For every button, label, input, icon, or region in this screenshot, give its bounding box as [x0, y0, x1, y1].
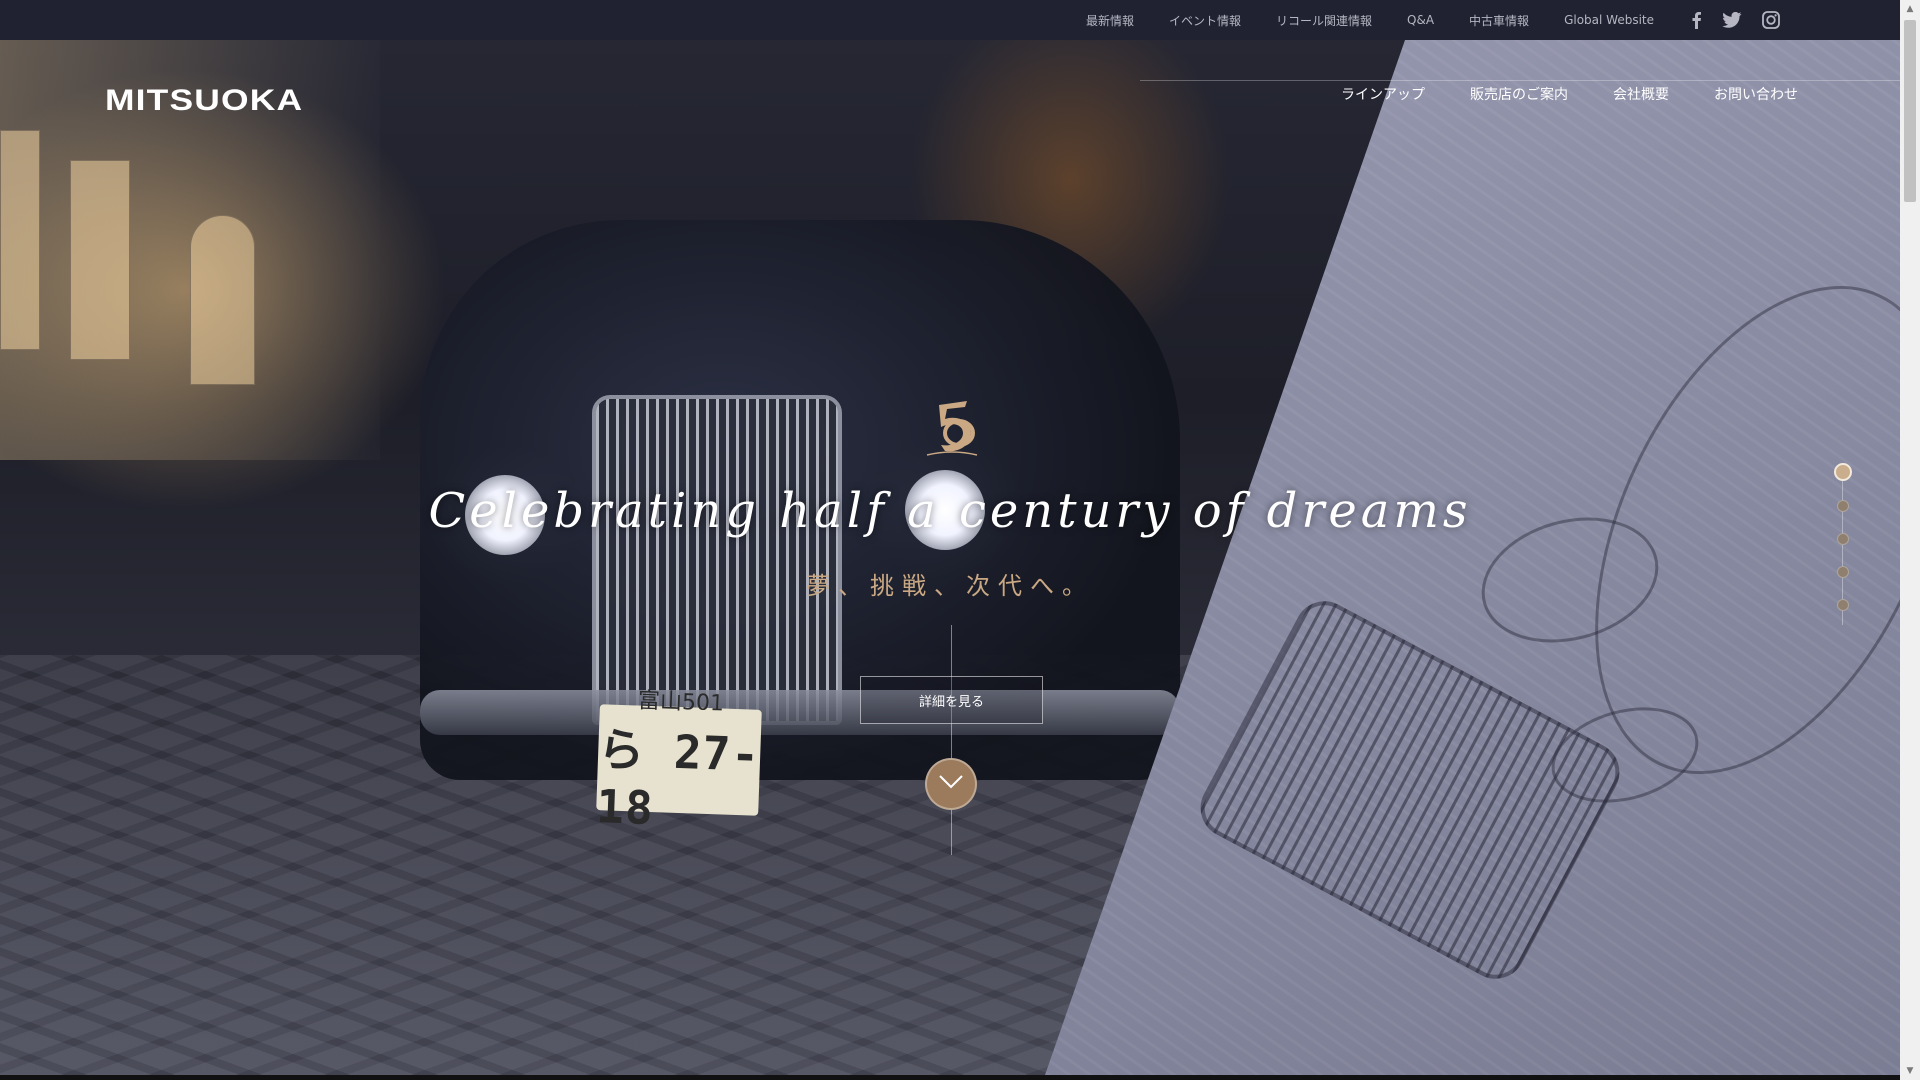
- vertical-scrollbar[interactable]: ▲ ▼: [1900, 0, 1920, 1080]
- slide-indicator: [1833, 463, 1853, 633]
- car-grille: [592, 395, 842, 725]
- scroll-down-button[interactable]: [925, 758, 977, 810]
- slide-dot-1[interactable]: [1834, 463, 1852, 481]
- twitter-icon[interactable]: [1722, 12, 1742, 28]
- car-bumper: [420, 690, 1180, 735]
- util-link-news[interactable]: 最新情報: [1086, 12, 1134, 29]
- social-links: [1690, 11, 1780, 29]
- instagram-icon[interactable]: [1762, 11, 1780, 29]
- bottom-edge: [0, 1075, 1900, 1080]
- storefront-window: [0, 130, 40, 350]
- util-link-recall[interactable]: リコール関連情報: [1276, 12, 1372, 29]
- slide-dot-2[interactable]: [1837, 500, 1849, 512]
- mitsuoka-logo[interactable]: MITSUOKA: [105, 84, 303, 118]
- util-link-used-cars[interactable]: 中古車情報: [1469, 12, 1529, 29]
- storefront-window: [190, 215, 255, 385]
- nav-dealers[interactable]: 販売店のご案内: [1470, 84, 1568, 104]
- license-plate-region: 富山501: [637, 688, 725, 717]
- page: 最新情報 イベント情報 リコール関連情報 Q&A 中古車情報 Global We…: [0, 0, 1920, 1080]
- util-link-events[interactable]: イベント情報: [1169, 12, 1241, 29]
- scroll-up-arrow-icon[interactable]: ▲: [1900, 0, 1920, 18]
- hero-center-line: [951, 625, 952, 855]
- scrollbar-thumb[interactable]: [1904, 20, 1916, 202]
- storefront-window: [70, 160, 130, 360]
- hero-subline: 夢、挑戦、次代へ。: [806, 572, 1094, 600]
- header-divider: [1140, 80, 1900, 81]
- hero-section: 富山501 ら 27-18: [0, 40, 1900, 1075]
- facebook-icon[interactable]: [1690, 11, 1702, 29]
- utility-bar: 最新情報 イベント情報 リコール関連情報 Q&A 中古車情報 Global We…: [0, 0, 1900, 40]
- main-nav: ラインアップ 販売店のご案内 会社概要 お問い合わせ: [1296, 84, 1798, 104]
- license-plate: 富山501 ら 27-18: [595, 689, 762, 835]
- nav-company[interactable]: 会社概要: [1613, 84, 1669, 104]
- util-link-qa[interactable]: Q&A: [1407, 13, 1434, 27]
- hero-headline: Celebrating half a century of dreams: [428, 483, 1472, 539]
- license-plate-number: ら 27-18: [595, 722, 761, 836]
- scroll-down-arrow-icon[interactable]: ▼: [1900, 1062, 1920, 1080]
- slide-dot-3[interactable]: [1837, 533, 1849, 545]
- slide-dot-5[interactable]: [1837, 599, 1849, 611]
- slide-dot-4[interactable]: [1837, 566, 1849, 578]
- 50th-anniversary-emblem-icon: [917, 393, 987, 463]
- chevron-down-icon: [938, 774, 964, 794]
- view-details-button[interactable]: 詳細を見る: [860, 676, 1043, 724]
- nav-contact[interactable]: お問い合わせ: [1714, 84, 1798, 104]
- util-link-global-website[interactable]: Global Website: [1564, 13, 1654, 27]
- nav-lineup[interactable]: ラインアップ: [1341, 84, 1425, 104]
